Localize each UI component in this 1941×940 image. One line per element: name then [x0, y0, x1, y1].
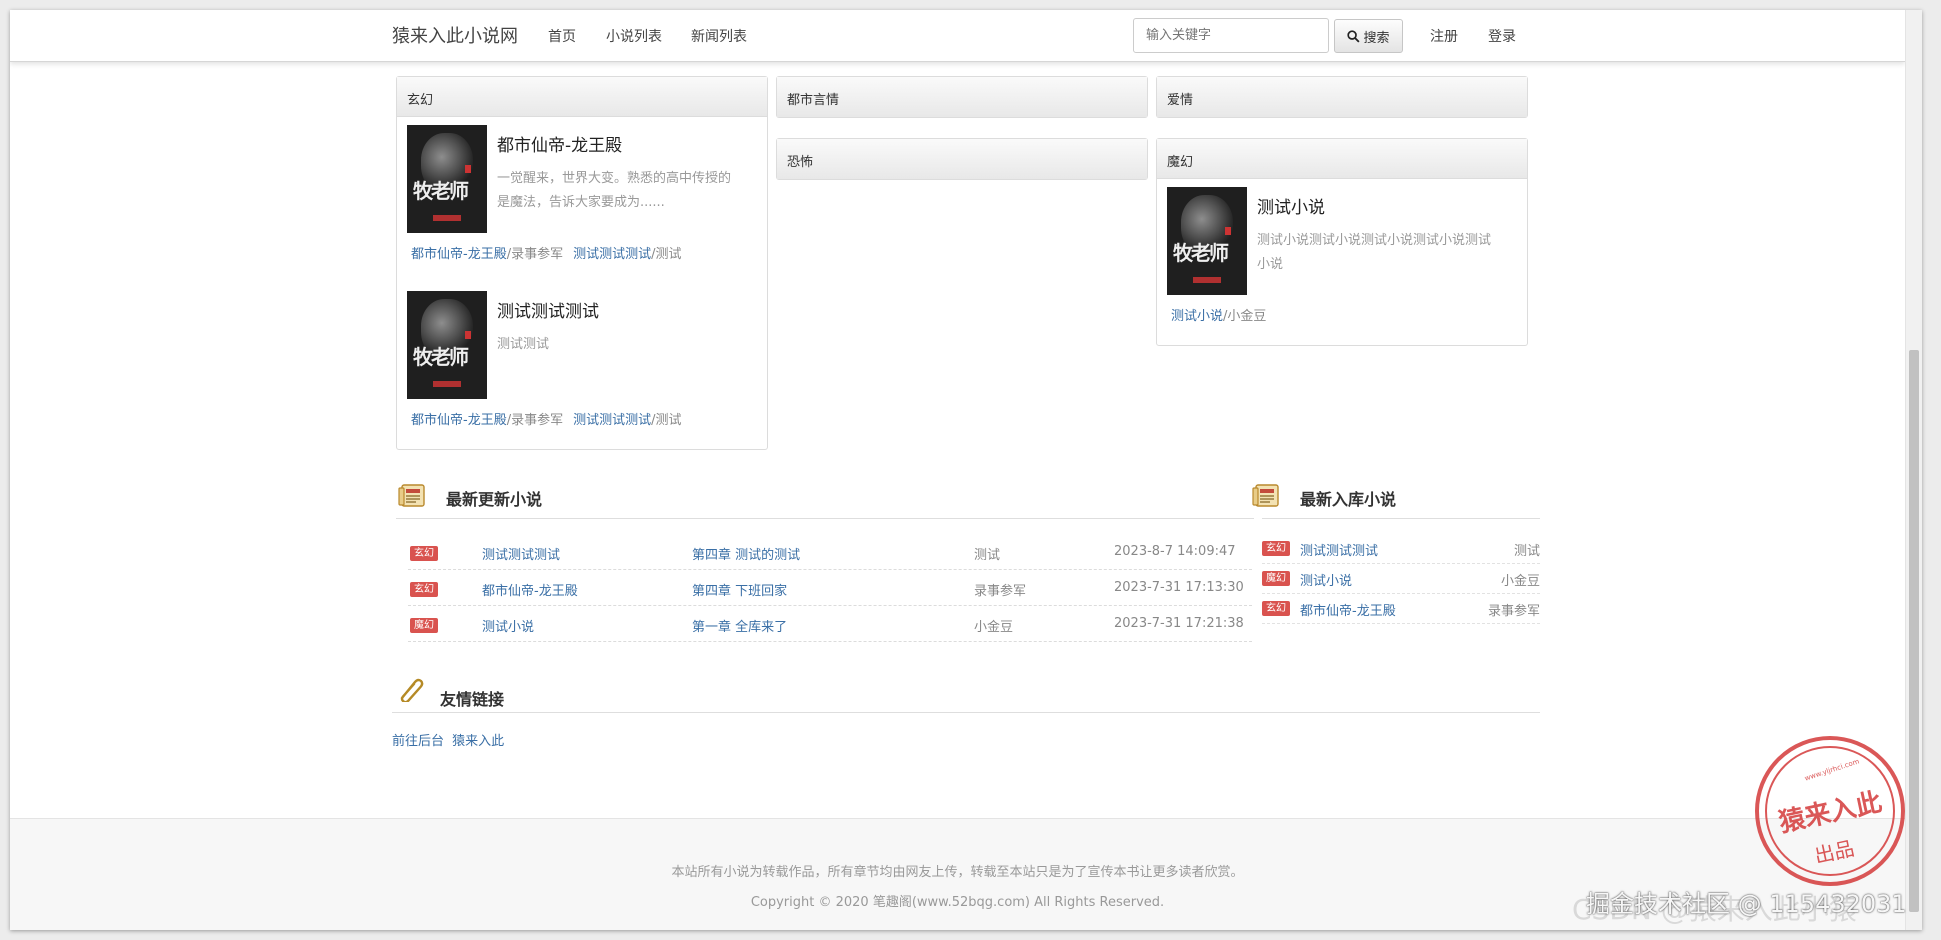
- book-link[interactable]: 都市仙帝-龙王殿: [482, 580, 578, 599]
- panel-title: 玄幻: [397, 77, 767, 117]
- book-title[interactable]: 都市仙帝-龙王殿: [497, 131, 622, 156]
- panel-title: 爱情: [1157, 77, 1527, 117]
- section-title-friend-links: 友情链接: [440, 690, 505, 709]
- book-description: 测试小说测试小说测试小说测试小说测试 小说: [1257, 233, 1492, 272]
- book-cover[interactable]: 牧老师: [407, 125, 487, 233]
- book-title[interactable]: 测试小说: [1257, 193, 1325, 218]
- author-text: /小金豆: [1223, 309, 1267, 324]
- divider: [392, 712, 1540, 713]
- author-text: 小金豆: [1500, 574, 1540, 589]
- vertical-scrollbar[interactable]: [1905, 10, 1922, 930]
- newspaper-icon: [1252, 484, 1279, 507]
- book-card: 牧老师 测试测试测试 测试测试 都市仙帝-龙王殿/录事参军 测试测试测试/测试: [397, 283, 767, 443]
- panel-title: 魔幻: [1157, 139, 1527, 179]
- book-cover[interactable]: 牧老师: [407, 291, 487, 399]
- update-time: 2023-7-31 17:13:30: [1114, 580, 1244, 595]
- category-tag: 玄幻: [1262, 601, 1290, 616]
- list-item: 玄幻 都市仙帝-龙王殿 录事参军: [1262, 594, 1540, 624]
- book-description: 测试测试: [497, 337, 550, 352]
- category-tag: 魔幻: [1262, 571, 1290, 586]
- panel-title: 恐怖: [777, 139, 1147, 179]
- scrollbar-thumb[interactable]: [1909, 350, 1919, 912]
- book-links: 都市仙帝-龙王殿/录事参军 测试测试测试/测试: [411, 409, 682, 428]
- chapter-link[interactable]: 第四章 测试的测试: [692, 544, 800, 563]
- login-link[interactable]: 登录: [1488, 26, 1516, 46]
- category-panel-mohuan: 魔幻 牧老师 测试小说 测试小说测试小说测试小说测试小说测试 小说 测试小说/小…: [1156, 138, 1528, 346]
- book-link[interactable]: 测试小说: [1300, 570, 1352, 589]
- chapter-link[interactable]: 第四章 下班回家: [692, 580, 787, 599]
- category-tag: 玄幻: [410, 582, 438, 597]
- browser-viewport: 猿来入此小说网 首页 小说列表 新闻列表 搜索 注册 登录 玄幻 牧老师 都市仙…: [10, 10, 1922, 930]
- panel-title: 都市言情: [777, 77, 1147, 117]
- friend-link-admin[interactable]: 前往后台: [392, 734, 444, 749]
- category-panel-aiqing: 爱情: [1156, 76, 1528, 118]
- category-panel-xuanhuan: 玄幻 牧老师 都市仙帝-龙王殿 一觉醒来，世界大变。熟悉的高中传授的 是魔法，告…: [396, 76, 768, 450]
- book-link[interactable]: 测试小说: [1171, 309, 1223, 324]
- author-text: 测试: [974, 548, 1001, 563]
- nav-novel-list[interactable]: 小说列表: [606, 26, 662, 46]
- site-brand[interactable]: 猿来入此小说网: [392, 22, 518, 48]
- juejin-watermark: 掘金技术社区 @ 115432031: [1586, 890, 1907, 918]
- section-title-newest-books: 最新入库小说: [1300, 490, 1397, 509]
- author-text: /录事参军: [506, 413, 564, 428]
- friend-link-site[interactable]: 猿来入此: [452, 734, 504, 749]
- category-panel-kongbu: 恐怖: [776, 138, 1148, 180]
- newspaper-icon: [398, 484, 425, 507]
- book-card: 牧老师 测试小说 测试小说测试小说测试小说测试小说测试 小说 测试小说/小金豆: [1157, 179, 1527, 339]
- book-card: 牧老师 都市仙帝-龙王殿 一觉醒来，世界大变。熟悉的高中传授的 是魔法，告诉大家…: [397, 117, 767, 277]
- author-text: 测试: [1513, 544, 1540, 559]
- category-tag: 魔幻: [410, 618, 438, 633]
- top-navbar: 猿来入此小说网 首页 小说列表 新闻列表 搜索 注册 登录: [10, 10, 1905, 62]
- book-cover[interactable]: 牧老师: [1167, 187, 1247, 295]
- author-text: 录事参军: [974, 584, 1027, 599]
- section-title-latest-updates: 最新更新小说: [446, 490, 543, 509]
- book-links: 测试小说/小金豆: [1171, 305, 1266, 324]
- friend-links-list: 前往后台 猿来入此: [392, 730, 504, 749]
- nav-news-list[interactable]: 新闻列表: [691, 26, 747, 46]
- divider: [1262, 518, 1540, 519]
- category-panel-dushi: 都市言情: [776, 76, 1148, 118]
- book-link[interactable]: 测试测试测试: [573, 413, 651, 428]
- book-links: 都市仙帝-龙王殿/录事参军 测试测试测试/测试: [411, 243, 682, 262]
- nav-home[interactable]: 首页: [548, 26, 576, 46]
- search-button[interactable]: 搜索: [1334, 19, 1403, 53]
- book-link[interactable]: 都市仙帝-龙王殿: [1300, 600, 1396, 619]
- author-text: /测试: [651, 247, 682, 262]
- book-title[interactable]: 测试测试测试: [497, 297, 599, 322]
- update-time: 2023-8-7 14:09:47: [1114, 544, 1236, 559]
- divider: [396, 518, 1254, 519]
- author-text: /测试: [651, 413, 682, 428]
- category-tag: 玄幻: [1262, 541, 1290, 556]
- paperclip-icon: [400, 678, 424, 702]
- book-link[interactable]: 都市仙帝-龙王殿: [411, 247, 507, 262]
- book-description: 一觉醒来，世界大变。熟悉的高中传授的 是魔法，告诉大家要成为......: [497, 171, 732, 210]
- seal-watermark: www.yljrhci.com 猿来入此 出品: [1755, 736, 1905, 886]
- author-text: /录事参军: [506, 247, 564, 262]
- book-link[interactable]: 测试测试测试: [1300, 540, 1378, 559]
- search-icon: [1347, 29, 1361, 43]
- table-row: 玄幻 测试测试测试 第四章 测试的测试 测试 2023-8-7 14:09:47: [408, 534, 1252, 570]
- book-link[interactable]: 都市仙帝-龙王殿: [411, 413, 507, 428]
- table-row: 魔幻 测试小说 第一章 全库来了 小金豆 2023-7-31 17:21:38: [408, 606, 1252, 642]
- category-tag: 玄幻: [410, 546, 438, 561]
- author-text: 录事参军: [1487, 604, 1540, 619]
- book-link[interactable]: 测试测试测试: [482, 544, 560, 563]
- book-link[interactable]: 测试小说: [482, 616, 534, 635]
- list-item: 魔幻 测试小说 小金豆: [1262, 564, 1540, 594]
- register-link[interactable]: 注册: [1430, 26, 1458, 46]
- author-text: 小金豆: [974, 620, 1014, 635]
- table-row: 玄幻 都市仙帝-龙王殿 第四章 下班回家 录事参军 2023-7-31 17:1…: [408, 570, 1252, 606]
- book-link[interactable]: 测试测试测试: [573, 247, 651, 262]
- list-item: 玄幻 测试测试测试 测试: [1262, 534, 1540, 564]
- search-button-label: 搜索: [1363, 30, 1390, 46]
- footer-disclaimer: 本站所有小说为转载作品，所有章节均由网友上传，转载至本站只是为了宣传本书让更多读…: [671, 865, 1244, 880]
- search-input[interactable]: [1133, 18, 1329, 53]
- update-time: 2023-7-31 17:21:38: [1114, 616, 1244, 631]
- chapter-link[interactable]: 第一章 全库来了: [692, 616, 787, 635]
